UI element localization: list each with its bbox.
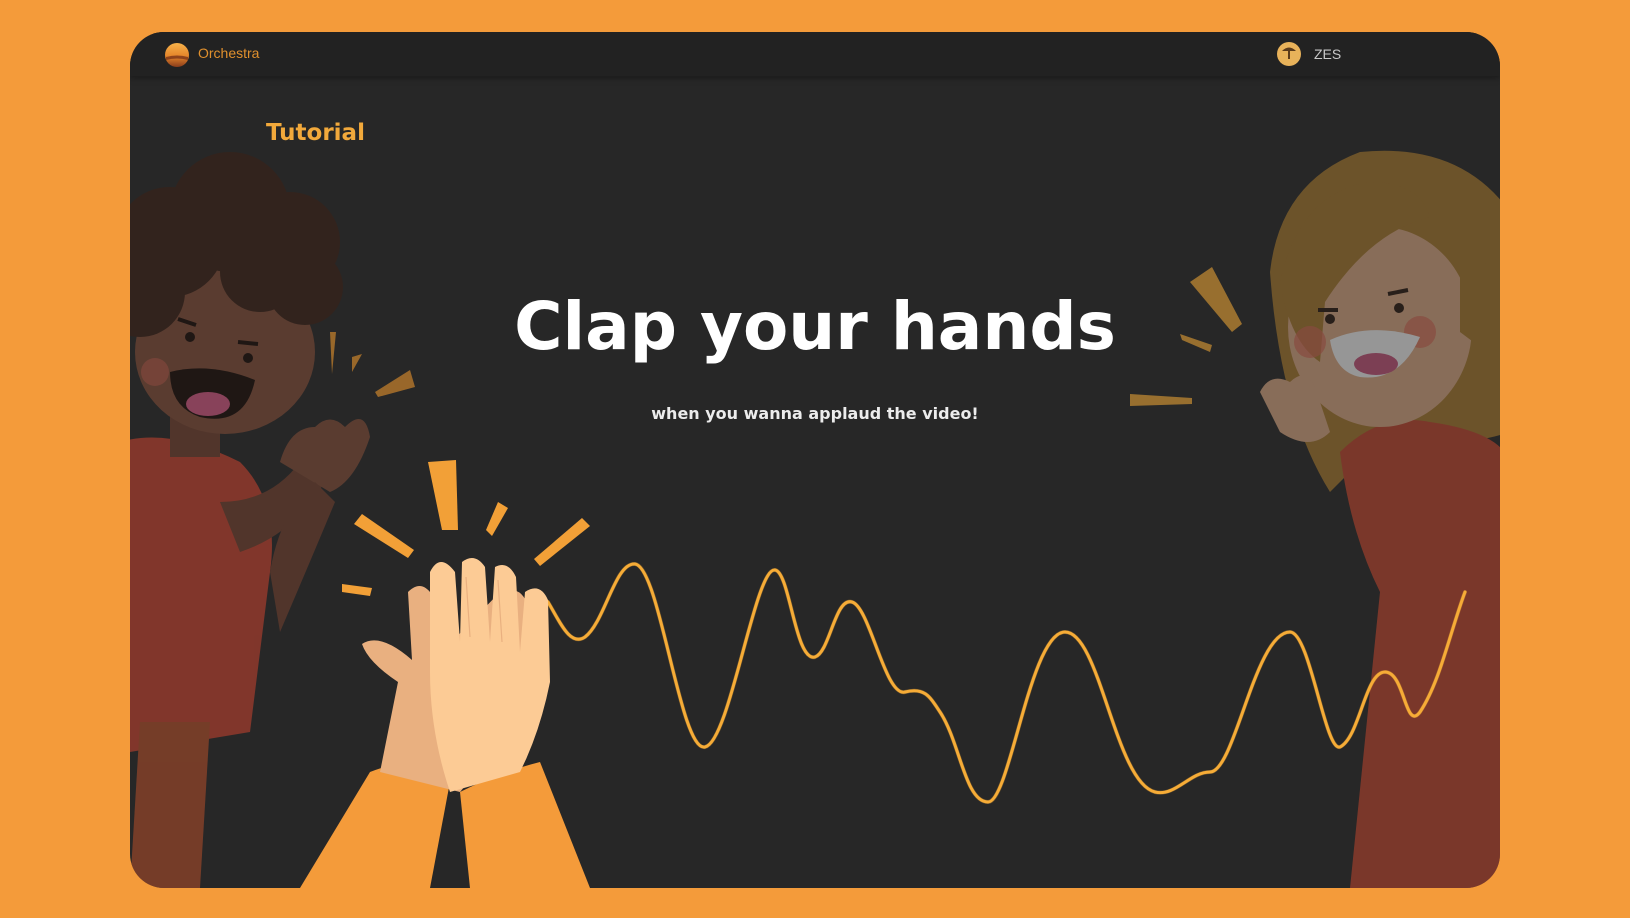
app-name[interactable]: Orchestra xyxy=(198,45,259,61)
clapping-person-right-icon xyxy=(1130,150,1500,888)
clapping-hands-icon xyxy=(300,460,590,888)
tutorial-subline: when you wanna applaud the video! xyxy=(651,404,979,423)
app-window: Orchestra ZES Tutorial Clap your hands w… xyxy=(130,32,1500,888)
user-name[interactable]: ZES xyxy=(1314,46,1341,62)
section-label: Tutorial xyxy=(266,120,365,146)
tutorial-headline: Clap your hands xyxy=(514,288,1116,365)
tutorial-illustration xyxy=(130,150,1500,888)
top-bar: Orchestra ZES xyxy=(130,32,1500,76)
sunset-logo-icon[interactable] xyxy=(164,42,190,68)
sound-wave-icon xyxy=(546,562,1467,805)
user-avatar[interactable] xyxy=(1276,41,1302,67)
